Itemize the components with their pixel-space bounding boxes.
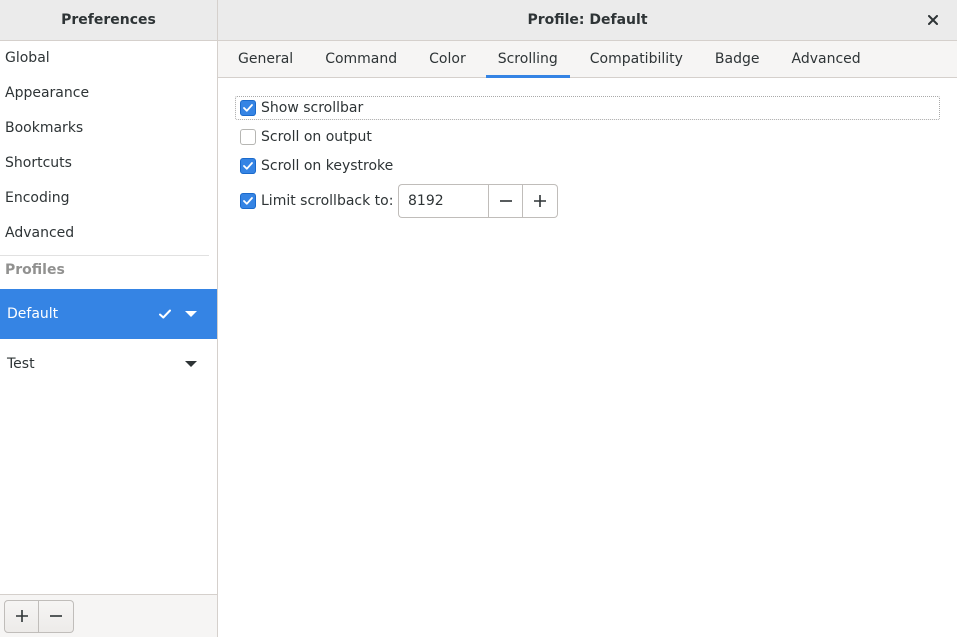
scrollback-spinbutton (398, 184, 558, 218)
tab-color[interactable]: Color (417, 41, 478, 77)
close-button[interactable] (923, 10, 943, 30)
limit-scrollback-checkbox[interactable] (240, 193, 256, 209)
profile-menu-arrow-icon[interactable] (184, 305, 198, 323)
sidebar-item-appearance[interactable]: Appearance (0, 76, 217, 111)
profiles-section-label: Profiles (0, 255, 209, 283)
scrollback-lines-input[interactable] (398, 184, 488, 218)
tab-scrolling[interactable]: Scrolling (485, 41, 570, 78)
decrement-button[interactable] (488, 184, 523, 218)
limit-scrollback-option[interactable]: Limit scrollback to: (240, 189, 393, 213)
profile-panel: Profile: Default General Command Color S… (218, 0, 957, 637)
scroll-on-output-label: Scroll on output (261, 129, 372, 145)
sidebar-item-global[interactable]: Global (0, 41, 217, 76)
tab-advanced[interactable]: Advanced (779, 41, 872, 77)
scroll-on-output-checkbox[interactable] (240, 129, 256, 145)
sidebar-nav: Global Appearance Bookmarks Shortcuts En… (0, 41, 217, 251)
scroll-on-keystroke-label: Scroll on keystroke (261, 158, 394, 174)
profile-header: Profile: Default (218, 0, 957, 41)
default-check-icon (156, 305, 174, 323)
remove-profile-button[interactable] (39, 599, 74, 633)
preferences-window: Preferences Global Appearance Bookmarks … (0, 0, 957, 637)
close-icon (928, 15, 938, 25)
tab-general[interactable]: General (226, 41, 305, 77)
sidebar-item-encoding[interactable]: Encoding (0, 181, 217, 216)
add-profile-button[interactable] (4, 599, 39, 633)
scroll-on-output-option[interactable]: Scroll on output (240, 125, 372, 149)
scroll-on-keystroke-option[interactable]: Scroll on keystroke (240, 154, 393, 178)
show-scrollbar-label: Show scrollbar (261, 100, 364, 116)
plus-icon (534, 195, 546, 207)
tab-badge[interactable]: Badge (703, 41, 772, 77)
show-scrollbar-option[interactable]: Show scrollbar (235, 96, 940, 120)
sidebar: Preferences Global Appearance Bookmarks … (0, 0, 218, 637)
plus-icon (15, 610, 28, 622)
profile-button-group (4, 599, 74, 633)
scroll-on-keystroke-checkbox[interactable] (240, 158, 256, 174)
sidebar-item-shortcuts[interactable]: Shortcuts (0, 146, 217, 181)
limit-scrollback-label: Limit scrollback to: (261, 193, 394, 209)
sidebar-footer (0, 594, 217, 637)
sidebar-item-advanced[interactable]: Advanced (0, 216, 217, 251)
minus-icon (499, 200, 512, 202)
profile-name: Test (7, 356, 35, 372)
tab-command[interactable]: Command (313, 41, 409, 77)
increment-button[interactable] (523, 184, 558, 218)
show-scrollbar-checkbox[interactable] (240, 100, 256, 116)
minus-icon (50, 615, 62, 617)
profile-tabs: General Command Color Scrolling Compatib… (218, 41, 957, 78)
tab-compatibility[interactable]: Compatibility (578, 41, 695, 77)
profile-name: Default (7, 306, 59, 322)
page-title: Profile: Default (527, 12, 648, 28)
profile-row-test[interactable]: Test (0, 339, 217, 389)
sidebar-title: Preferences (0, 0, 217, 41)
profile-menu-arrow-icon[interactable] (184, 355, 198, 373)
profile-row-default[interactable]: Default (0, 289, 217, 339)
sidebar-item-bookmarks[interactable]: Bookmarks (0, 111, 217, 146)
